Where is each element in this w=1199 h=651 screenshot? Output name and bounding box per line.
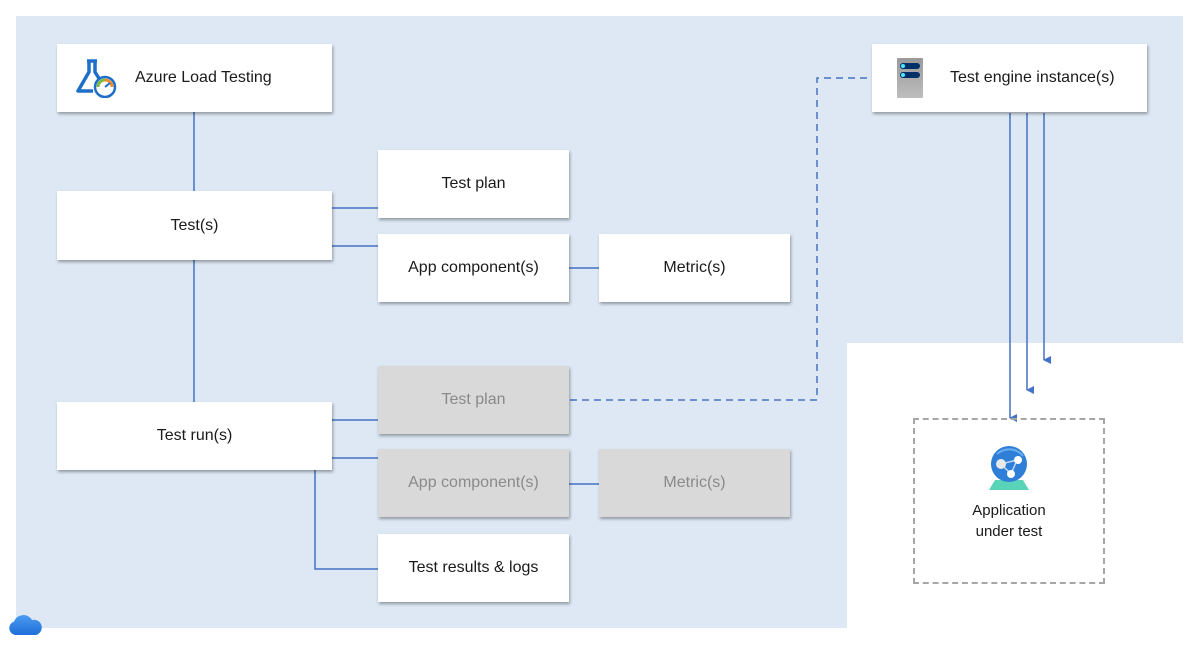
test-plan-node[interactable]: Test plan: [378, 150, 569, 218]
test-plan-label: Test plan: [441, 175, 506, 192]
metrics-label: Metric(s): [663, 259, 726, 276]
app-components-label: App component(s): [408, 259, 539, 276]
tests-node[interactable]: Test(s): [57, 191, 332, 260]
metrics-node[interactable]: Metric(s): [599, 234, 790, 302]
test-results-logs-label: Test results & logs: [408, 559, 539, 576]
test-runs-node[interactable]: Test run(s): [57, 402, 332, 470]
application-under-test-label: Application under test: [972, 500, 1045, 542]
run-test-plan-label: Test plan: [441, 391, 506, 408]
run-app-components-node[interactable]: App component(s): [378, 449, 569, 517]
line-runs-to-results: [314, 470, 378, 570]
azure-load-testing-node[interactable]: Azure Load Testing: [57, 44, 332, 112]
run-test-plan-node[interactable]: Test plan: [378, 366, 569, 434]
test-engine-node[interactable]: Test engine instance(s): [872, 44, 1147, 112]
application-under-test[interactable]: Application under test: [913, 418, 1105, 584]
test-runs-label: Test run(s): [156, 427, 233, 444]
test-results-logs-node[interactable]: Test results & logs: [378, 534, 569, 602]
run-metrics-node[interactable]: Metric(s): [599, 449, 790, 517]
tests-label: Test(s): [170, 216, 219, 234]
run-metrics-label: Metric(s): [663, 474, 726, 491]
azure-load-testing-label: Azure Load Testing: [135, 69, 272, 86]
cloud-icon: [7, 612, 43, 636]
app-service-globe-icon: [983, 444, 1035, 492]
run-app-components-label: App component(s): [408, 474, 539, 491]
app-components-node[interactable]: App component(s): [378, 234, 569, 302]
app-label-line2: under test: [975, 523, 1043, 540]
test-engine-label: Test engine instance(s): [950, 69, 1115, 86]
app-label-line1: Application: [972, 502, 1046, 519]
server-icon: [897, 58, 923, 98]
azure-load-testing-icon: [75, 58, 119, 99]
